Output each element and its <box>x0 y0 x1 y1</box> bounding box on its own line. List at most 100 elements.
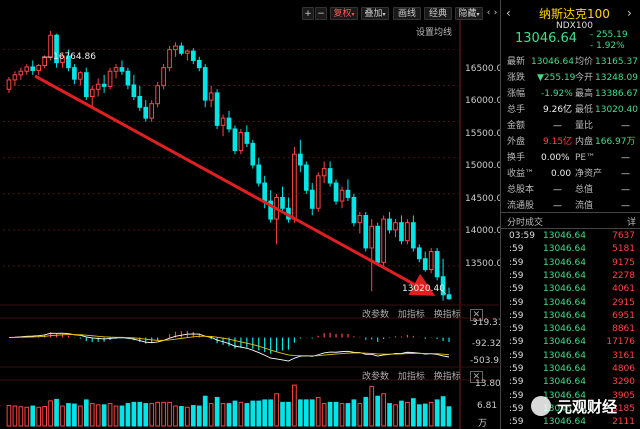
quote-label: 涨幅 <box>507 89 526 99</box>
volume-switch-indicator-link[interactable]: 换指标 <box>434 372 461 382</box>
quote-value: 13248.09 <box>595 73 638 83</box>
watermark-text: 元观财经 <box>557 398 618 416</box>
volume-bar <box>309 399 315 427</box>
price-change: - 255.19 <box>590 30 628 40</box>
prev-stock-arrow[interactable]: ‹ <box>506 6 511 20</box>
quote-value: -1.92% <box>541 89 573 99</box>
quote-value: 9.26亿 <box>543 105 573 115</box>
candle-body <box>381 218 386 263</box>
candle-body <box>30 66 36 72</box>
trend-arrow <box>34 74 436 296</box>
candle-body <box>167 49 172 69</box>
candle-body <box>416 247 422 260</box>
quote-panel: ‹ › 纳斯达克100 NDX100 13046.64 - 255.19 - 1… <box>500 0 640 429</box>
quote-value: 0.00% <box>541 153 570 163</box>
macd-tick: 319.31 <box>472 318 504 328</box>
time-sales-detail-button[interactable]: 详 <box>627 215 636 228</box>
candle-body <box>72 67 77 80</box>
tick-volume: 4061 <box>612 284 635 295</box>
quote-row: 总手 9.26亿 最低 13020.40 <box>501 102 640 118</box>
candle-body <box>101 83 107 87</box>
macd-add-indicator-link[interactable]: 加指标 <box>398 310 425 320</box>
quote-label: PE™ <box>575 153 596 163</box>
tick-volume: 3290 <box>612 377 635 388</box>
tick-volume: 17176 <box>606 337 635 348</box>
volume-bar <box>12 405 18 427</box>
volume-edit-params-link[interactable]: 改参数 <box>362 372 389 382</box>
candle-body <box>428 251 434 271</box>
candle-body <box>327 168 333 184</box>
tick-time: :59 <box>509 403 524 414</box>
volume-bar <box>280 401 285 427</box>
quote-label: 外盘 <box>507 137 526 147</box>
volume-bar <box>286 401 291 427</box>
volume-bar <box>381 393 386 427</box>
quote-value: 0.00 <box>551 169 572 179</box>
volume-bar <box>214 396 220 427</box>
tick-time: :59 <box>509 350 524 361</box>
tick-time: :59 <box>509 284 524 295</box>
candle-body <box>83 72 89 97</box>
volume-add-indicator-link[interactable]: 加指标 <box>398 372 425 382</box>
candlestick-chart[interactable] <box>0 0 499 429</box>
candle-body <box>309 189 315 209</box>
tick-volume: 3161 <box>612 350 635 361</box>
candle-body <box>77 72 83 80</box>
volume-bar <box>333 401 339 427</box>
candle-body <box>6 79 12 90</box>
volume-bar <box>119 405 125 427</box>
quote-row: 最新 13046.64 均价 13165.37 <box>501 54 640 70</box>
quote-value: 13386.67 <box>595 89 638 99</box>
candle-body <box>42 57 47 66</box>
tick-volume: 2278 <box>612 270 635 281</box>
volume-bar <box>357 403 363 427</box>
macd-switch-indicator-link[interactable]: 换指标 <box>434 310 461 320</box>
candle-body <box>298 153 303 166</box>
candle-body <box>137 96 143 108</box>
volume-bar <box>351 399 357 427</box>
quote-value: 13165.37 <box>595 57 638 67</box>
volume-bar <box>298 399 303 427</box>
volume-bar <box>434 399 440 427</box>
quote-value: 13046.64 <box>531 57 574 67</box>
volume-bar <box>321 403 327 427</box>
candle-body <box>315 175 321 209</box>
quote-row: 涨幅 -1.92% 最高 13386.67 <box>501 86 640 102</box>
stock-code: NDX100 <box>556 21 594 31</box>
tick-row: :59 13046.64 9175 <box>501 257 640 270</box>
quote-label: 总股本 <box>507 185 535 195</box>
volume-bar <box>399 400 404 427</box>
volume-bar <box>226 403 232 427</box>
price-tick: 13500.0 <box>465 259 503 269</box>
candle-body <box>125 70 131 86</box>
volume-bar <box>196 405 202 427</box>
volume-bar <box>250 400 256 427</box>
tick-row: :59 13046.64 6951 <box>501 310 640 323</box>
volume-bar <box>416 404 422 427</box>
price-tick: 16500.0 <box>465 64 503 74</box>
next-stock-arrow[interactable]: › <box>627 6 632 20</box>
chart-panel[interactable]: + − 复权▾ 叠加▾ 画线 经典 隐藏▾ ‹ › 设置均线 16500.0 1… <box>0 0 505 429</box>
candle-body <box>280 196 285 209</box>
candle-body <box>95 83 101 90</box>
candle-body <box>185 50 190 54</box>
quote-label: 涨跌 <box>507 73 526 83</box>
tick-price: 13046.64 <box>543 364 586 374</box>
macd-edit-params-link[interactable]: 改参数 <box>362 310 389 320</box>
volume-bar <box>238 401 244 427</box>
tick-volume: 6951 <box>612 310 635 321</box>
price-tick: 15500.0 <box>465 129 503 139</box>
tick-time: :59 <box>509 324 524 335</box>
volume-bar <box>428 401 434 427</box>
volume-bar <box>161 401 166 427</box>
candle-body <box>196 59 202 69</box>
quote-label: 量比 <box>575 121 594 131</box>
tick-volume: 5181 <box>612 244 635 255</box>
volume-bar <box>48 400 53 427</box>
tick-price: 13046.64 <box>543 324 586 335</box>
tick-price: 13046.64 <box>543 257 586 268</box>
quote-label: 最低 <box>575 105 594 115</box>
candle-body <box>244 132 250 144</box>
candle-body <box>446 294 452 300</box>
quote-row: 收益™ 0.00 净资产 — <box>501 166 640 182</box>
